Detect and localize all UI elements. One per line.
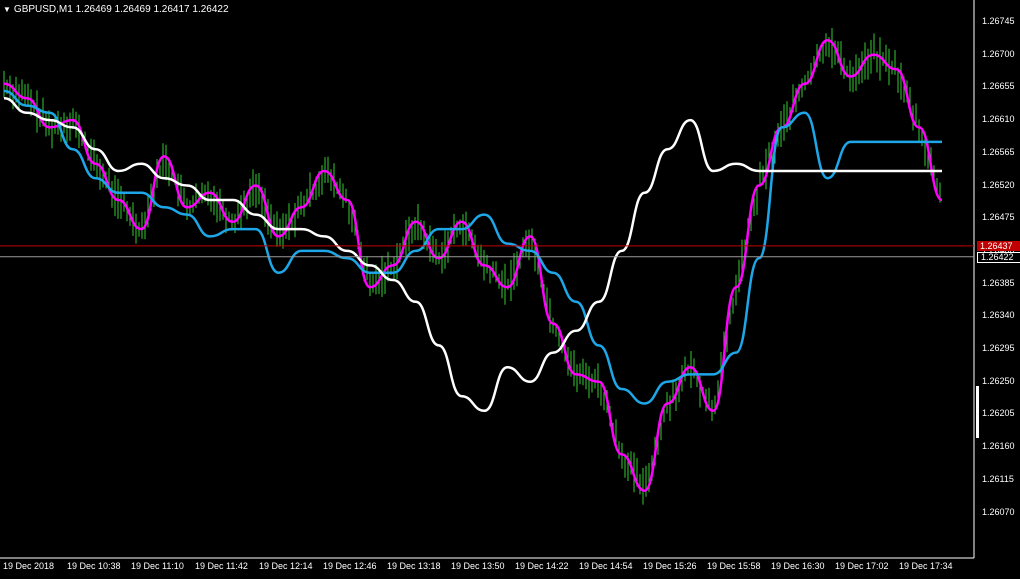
- time-tick-label: 19 Dec 12:46: [323, 561, 377, 571]
- time-tick-label: 19 Dec 16:30: [771, 561, 825, 571]
- bid-price-tag: 1.26422: [977, 251, 1020, 263]
- price-tick-label: 1.26205: [982, 408, 1015, 419]
- time-tick-label: 19 Dec 14:54: [579, 561, 633, 571]
- price-tick-label: 1.26115: [982, 473, 1014, 484]
- price-tick-label: 1.26160: [982, 441, 1015, 452]
- time-tick-label: 19 Dec 13:50: [451, 561, 505, 571]
- time-tick-label: 19 Dec 17:34: [899, 561, 953, 571]
- time-tick-label: 19 Dec 12:14: [259, 561, 313, 571]
- price-tick-label: 1.26520: [982, 179, 1015, 190]
- price-tick-label: 1.26250: [982, 375, 1015, 386]
- time-tick-label: 19 Dec 14:22: [515, 561, 569, 571]
- price-tick-label: 1.26475: [982, 212, 1015, 223]
- symbol-quote-text: GBPUSD,M1 1.26469 1.26469 1.26417 1.2642…: [13, 4, 229, 15]
- chart-window[interactable]: ▼ GBPUSD,M1 1.26469 1.26469 1.26417 1.26…: [0, 0, 1020, 579]
- price-plot[interactable]: [0, 0, 1020, 579]
- candle-series: [3, 28, 941, 505]
- price-tick-label: 1.26340: [982, 310, 1015, 321]
- price-tick-label: 1.26655: [982, 81, 1015, 92]
- symbol-header: ▼ GBPUSD,M1 1.26469 1.26469 1.26417 1.26…: [3, 4, 229, 15]
- price-tick-label: 1.26385: [982, 277, 1015, 288]
- fast-line: [3, 38, 943, 492]
- time-tick-label: 19 Dec 13:18: [387, 561, 441, 571]
- dropdown-triangle-icon[interactable]: ▼: [3, 5, 11, 14]
- time-tick-label: 19 Dec 15:58: [707, 561, 761, 571]
- price-tick-label: 1.26610: [982, 114, 1015, 125]
- price-tick-label: 1.26565: [982, 146, 1015, 157]
- price-tick-label: 1.26070: [982, 506, 1015, 517]
- time-tick-label: 19 Dec 15:26: [643, 561, 697, 571]
- ask-price-tag: 1.26437: [977, 240, 1020, 251]
- indicator-lines: [3, 38, 943, 492]
- chart-shift-marker[interactable]: [976, 386, 979, 438]
- price-tick-label: 1.26745: [982, 16, 1015, 26]
- time-tick-label: 19 Dec 11:42: [195, 561, 248, 571]
- price-tick-label: 1.26295: [982, 343, 1015, 353]
- time-axis[interactable]: 19 Dec 2018 19 Dec 10:38 19 Dec 11:10 19 De…: [0, 558, 974, 579]
- time-tick-label: 19 Dec 17:02: [835, 561, 889, 571]
- time-tick-label: 19 Dec 10:38: [67, 561, 121, 571]
- price-tick-label: 1.26700: [982, 48, 1015, 59]
- time-tick-label: 19 Dec 11:10: [131, 561, 184, 571]
- price-axis[interactable]: 1.26745 1.26700 1.26655 1.26610 1.26565 1.265…: [974, 0, 1020, 560]
- time-tick-label: 19 Dec 2018: [3, 561, 55, 571]
- slow-line: [3, 97, 942, 413]
- plot-frame: [0, 0, 975, 559]
